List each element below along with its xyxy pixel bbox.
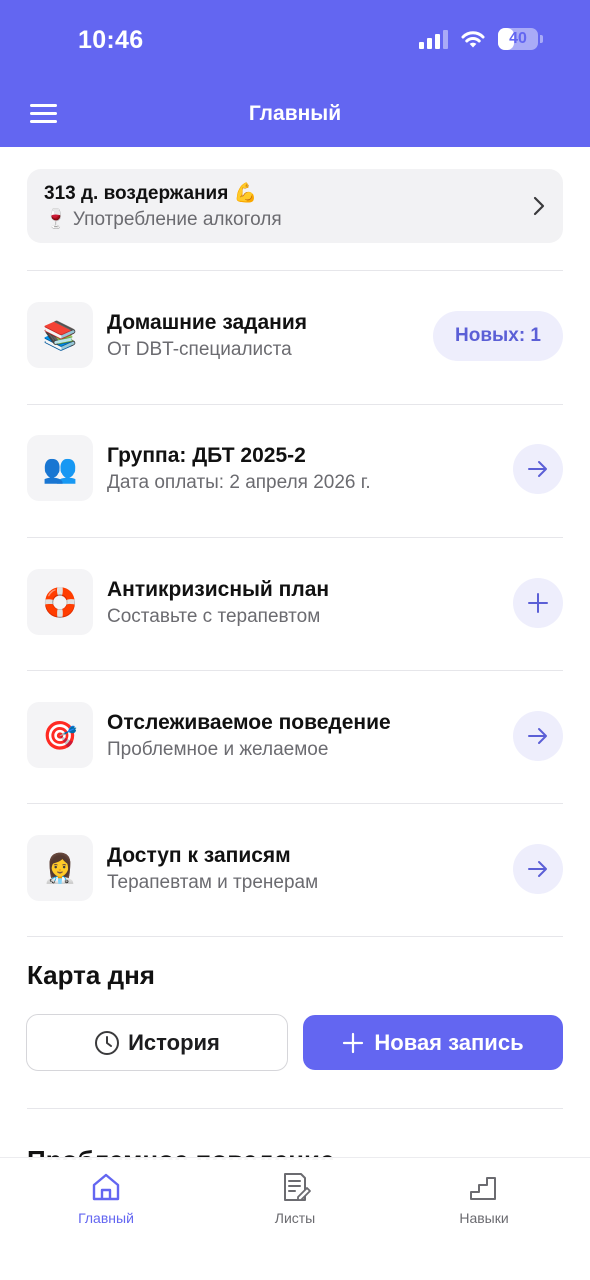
divider: [27, 803, 563, 804]
homework-row[interactable]: 📚 Домашние задания От DBT-специалиста Но…: [27, 302, 563, 368]
app-header: 10:46 40 Главный: [0, 0, 590, 147]
home-icon: [92, 1173, 120, 1201]
plus-icon: [528, 593, 548, 613]
tracked-behavior-subtitle: Проблемное и желаемое: [107, 739, 329, 760]
clock-icon: [95, 1030, 120, 1055]
tracked-behavior-title: Отслеживаемое поведение: [107, 711, 391, 734]
tab-skills[interactable]: Навыки: [424, 1170, 544, 1226]
crisis-plan-row[interactable]: 🛟 Антикризисный план Составьте с терапев…: [27, 569, 563, 635]
divider: [27, 404, 563, 405]
wifi-icon: [461, 31, 485, 48]
group-subtitle: Дата оплаты: 2 апреля 2026 г.: [107, 472, 371, 493]
records-access-row[interactable]: 👩‍⚕️ Доступ к записям Терапевтам и трене…: [27, 835, 563, 901]
group-open-button[interactable]: [513, 444, 563, 494]
page-title: Главный: [248, 102, 342, 125]
records-access-title: Доступ к записям: [107, 844, 291, 867]
tab-sheets[interactable]: Листы: [235, 1170, 355, 1226]
tab-home-label: Главный: [78, 1210, 134, 1226]
status-icons: 40: [419, 28, 543, 50]
records-access-subtitle: Терапевтам и тренерам: [107, 872, 319, 893]
target-icon: 🎯: [27, 702, 93, 768]
cellular-signal-icon: [419, 29, 448, 49]
divider: [27, 537, 563, 538]
new-entry-button[interactable]: Новая запись: [303, 1015, 563, 1070]
sheets-icon: [284, 1173, 311, 1201]
history-button[interactable]: История: [26, 1014, 288, 1071]
divider: [27, 270, 563, 271]
crisis-plan-add-button[interactable]: [513, 578, 563, 628]
day-card-title: Карта дня: [27, 960, 155, 990]
history-label: История: [128, 1029, 220, 1055]
tab-skills-label: Навыки: [459, 1210, 509, 1226]
health-worker-icon: 👩‍⚕️: [27, 835, 93, 901]
battery-icon: 40: [498, 28, 543, 50]
records-access-open-button[interactable]: [513, 844, 563, 894]
stairs-icon: [470, 1177, 496, 1200]
group-icon: 👥: [27, 435, 93, 501]
plus-icon: [343, 1032, 364, 1053]
streak-subtitle: 🍷 Употребление алкоголя: [44, 209, 282, 230]
chevron-right-icon: [533, 196, 545, 216]
abstinence-streak-card[interactable]: 313 д. воздержания 💪 🍷 Употребление алко…: [27, 169, 563, 243]
books-icon: 📚: [27, 302, 93, 368]
lifebuoy-icon: 🛟: [27, 569, 93, 635]
new-count-badge[interactable]: Новых: 1: [433, 311, 563, 361]
crisis-plan-title: Антикризисный план: [107, 578, 330, 601]
tab-bar: Главный Листы Навыки: [0, 1157, 590, 1280]
tab-home[interactable]: Главный: [46, 1170, 166, 1226]
divider: [27, 670, 563, 671]
tab-sheets-label: Листы: [274, 1210, 316, 1226]
new-entry-label: Новая запись: [374, 1029, 524, 1055]
streak-title: 313 д. воздержания 💪: [44, 183, 258, 204]
battery-percent: 40: [509, 30, 527, 47]
group-row[interactable]: 👥 Группа: ДБТ 2025-2 Дата оплаты: 2 апре…: [27, 435, 563, 501]
tracked-behavior-row[interactable]: 🎯 Отслеживаемое поведение Проблемное и ж…: [27, 702, 563, 768]
divider: [27, 936, 563, 937]
divider: [27, 1108, 563, 1109]
arrow-right-icon: [528, 861, 547, 877]
homework-title: Домашние задания: [107, 311, 308, 334]
homework-subtitle: От DBT-специалиста: [107, 339, 292, 360]
tracked-behavior-open-button[interactable]: [513, 711, 563, 761]
status-time: 10:46: [78, 26, 144, 54]
arrow-right-icon: [528, 461, 547, 477]
crisis-plan-subtitle: Составьте с терапевтом: [107, 606, 321, 627]
arrow-right-icon: [528, 728, 547, 744]
group-title: Группа: ДБТ 2025-2: [107, 444, 306, 467]
